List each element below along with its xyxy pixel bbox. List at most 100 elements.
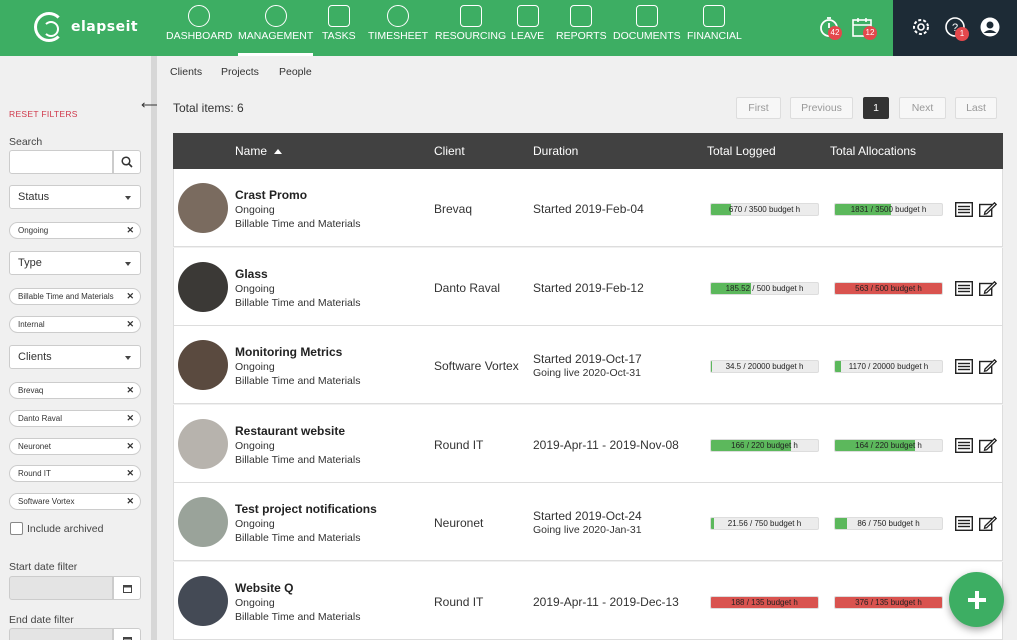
include-archived-label: Include archived bbox=[27, 523, 104, 535]
pagination-previous[interactable]: Previous bbox=[790, 97, 853, 119]
remove-chip-icon[interactable]: ✕ bbox=[126, 289, 134, 304]
logged-progress-bar: 34.5 / 20000 budget h bbox=[710, 360, 819, 373]
app-logo[interactable]: elapseit bbox=[34, 12, 138, 42]
allocation-progress-label: 86 / 750 budget h bbox=[857, 519, 920, 528]
edit-icon[interactable] bbox=[979, 516, 997, 531]
end-date-picker-button[interactable] bbox=[113, 628, 141, 640]
reset-filters-link[interactable]: RESET FILTERS bbox=[9, 109, 78, 119]
details-list-icon[interactable] bbox=[955, 516, 973, 531]
nav-financial[interactable]: FINANCIAL bbox=[687, 0, 742, 56]
timer-badge: 42 bbox=[828, 26, 842, 40]
project-status: Ongoing bbox=[235, 204, 275, 216]
status-dropdown[interactable]: Status bbox=[9, 185, 141, 209]
project-name[interactable]: Monitoring Metrics bbox=[235, 345, 342, 359]
edit-icon[interactable] bbox=[979, 437, 997, 453]
remove-chip-icon[interactable]: ✕ bbox=[126, 494, 134, 509]
timer-button[interactable]: 42 bbox=[818, 16, 842, 40]
edit-icon[interactable] bbox=[979, 202, 997, 217]
pagination-next[interactable]: Next bbox=[899, 97, 946, 119]
logged-progress-label: 188 / 135 budget h bbox=[731, 597, 798, 607]
column-duration[interactable]: Duration bbox=[533, 144, 578, 158]
project-name[interactable]: Crast Promo bbox=[235, 188, 307, 202]
help-button[interactable]: ? 1 bbox=[944, 16, 969, 41]
project-status: Ongoing bbox=[235, 361, 275, 373]
settings-button[interactable] bbox=[910, 16, 932, 38]
table-row[interactable]: Glass Ongoing Billable Time and Materials D… bbox=[173, 247, 1003, 326]
project-go-live: Going live 2020-Oct-31 bbox=[533, 367, 641, 379]
table-row[interactable]: Monitoring Metrics Ongoing Billable Time a… bbox=[173, 326, 1003, 404]
search-input[interactable] bbox=[9, 150, 113, 174]
remove-chip-icon[interactable]: ✕ bbox=[126, 223, 134, 238]
type-dropdown[interactable]: Type bbox=[9, 251, 141, 275]
end-date-label: End date filter bbox=[9, 614, 74, 626]
tab-people[interactable]: People bbox=[279, 66, 312, 86]
clients-dropdown[interactable]: Clients bbox=[9, 345, 141, 369]
table-row[interactable]: Restaurant website Ongoing Billable Time a… bbox=[173, 404, 1003, 483]
column-client[interactable]: Client bbox=[434, 144, 465, 158]
pagination-current-page[interactable]: 1 bbox=[863, 97, 889, 119]
project-go-live: Going live 2020-Jan-31 bbox=[533, 524, 642, 536]
project-name[interactable]: Website Q bbox=[235, 581, 293, 595]
project-name[interactable]: Restaurant website bbox=[235, 424, 345, 438]
details-list-icon[interactable] bbox=[955, 280, 973, 296]
details-list-icon[interactable] bbox=[955, 359, 973, 374]
remove-chip-icon[interactable]: ✕ bbox=[126, 383, 134, 398]
nav-documents[interactable]: DOCUMENTS bbox=[613, 0, 681, 56]
tab-projects[interactable]: Projects bbox=[211, 66, 269, 88]
logo-text: elapseit bbox=[71, 19, 139, 35]
search-icon bbox=[121, 156, 133, 168]
edit-icon[interactable] bbox=[979, 359, 997, 374]
pagination-first[interactable]: First bbox=[736, 97, 781, 119]
project-name[interactable]: Test project notifications bbox=[235, 502, 377, 516]
nav-label: DOCUMENTS bbox=[613, 30, 681, 42]
pagination-last[interactable]: Last bbox=[955, 97, 997, 119]
remove-chip-icon[interactable]: ✕ bbox=[126, 411, 134, 426]
nav-timesheet[interactable]: TIMESHEET bbox=[368, 0, 428, 56]
search-button[interactable] bbox=[113, 150, 141, 174]
tab-clients[interactable]: Clients bbox=[170, 66, 202, 86]
edit-icon[interactable] bbox=[979, 280, 997, 296]
nav-dashboard[interactable]: DASHBOARD bbox=[166, 0, 233, 56]
nav-reports[interactable]: REPORTS bbox=[556, 0, 607, 56]
nav-resourcing[interactable]: RESOURCING bbox=[435, 0, 506, 56]
bar-chart-icon bbox=[570, 5, 593, 27]
start-date-input[interactable] bbox=[9, 576, 113, 600]
allocation-progress-label: 164 / 220 budget h bbox=[855, 440, 922, 450]
nav-management[interactable]: MANAGEMENT bbox=[238, 0, 314, 56]
allocation-progress-label: 1831 / 3500 budget h bbox=[850, 205, 927, 214]
column-total-allocations[interactable]: Total Allocations bbox=[830, 144, 916, 158]
sort-ascending-icon bbox=[274, 149, 283, 155]
project-billing-type: Billable Time and Materials bbox=[235, 218, 361, 230]
add-project-button[interactable] bbox=[949, 572, 1004, 627]
nav-label: TIMESHEET bbox=[368, 30, 429, 42]
project-duration: Started 2019-Oct-17 bbox=[533, 352, 642, 366]
remove-chip-icon[interactable]: ✕ bbox=[126, 439, 134, 454]
project-name[interactable]: Glass bbox=[235, 267, 268, 281]
table-row[interactable]: Test project notifications Ongoing Billabl… bbox=[173, 483, 1003, 561]
logo-mark-icon bbox=[34, 12, 64, 42]
table-row[interactable]: Crast Promo Ongoing Billable Time and Mate… bbox=[173, 169, 1003, 247]
column-total-logged[interactable]: Total Logged bbox=[707, 144, 776, 158]
client-chip: Brevaq ✕ bbox=[9, 382, 141, 399]
details-list-icon[interactable] bbox=[955, 437, 973, 453]
logged-progress-label: 21.56 / 750 budget h bbox=[727, 519, 802, 528]
project-avatar bbox=[178, 183, 228, 233]
table-row[interactable]: Website Q Ongoing Billable Time and Materi… bbox=[173, 561, 1003, 640]
project-billing-type: Billable Time and Materials bbox=[235, 610, 361, 623]
type-chip: Billable Time and Materials ✕ bbox=[9, 288, 141, 305]
project-avatar bbox=[178, 575, 228, 626]
nav-leave[interactable]: LEAVE bbox=[511, 0, 544, 56]
calendar-button[interactable]: 12 bbox=[851, 16, 877, 40]
nav-label: RESOURCING bbox=[435, 30, 507, 42]
logged-progress-label: 185.52 / 500 budget h bbox=[725, 283, 804, 293]
document-icon bbox=[635, 5, 658, 27]
end-date-input[interactable] bbox=[9, 628, 113, 640]
nav-tasks[interactable]: TASKS bbox=[322, 0, 356, 56]
details-list-icon[interactable] bbox=[955, 202, 973, 217]
remove-chip-icon[interactable]: ✕ bbox=[126, 466, 134, 481]
include-archived-checkbox[interactable] bbox=[10, 522, 23, 535]
user-menu-button[interactable] bbox=[979, 16, 1001, 38]
remove-chip-icon[interactable]: ✕ bbox=[126, 317, 134, 332]
start-date-picker-button[interactable] bbox=[113, 576, 141, 600]
column-name[interactable]: Name bbox=[235, 144, 283, 158]
